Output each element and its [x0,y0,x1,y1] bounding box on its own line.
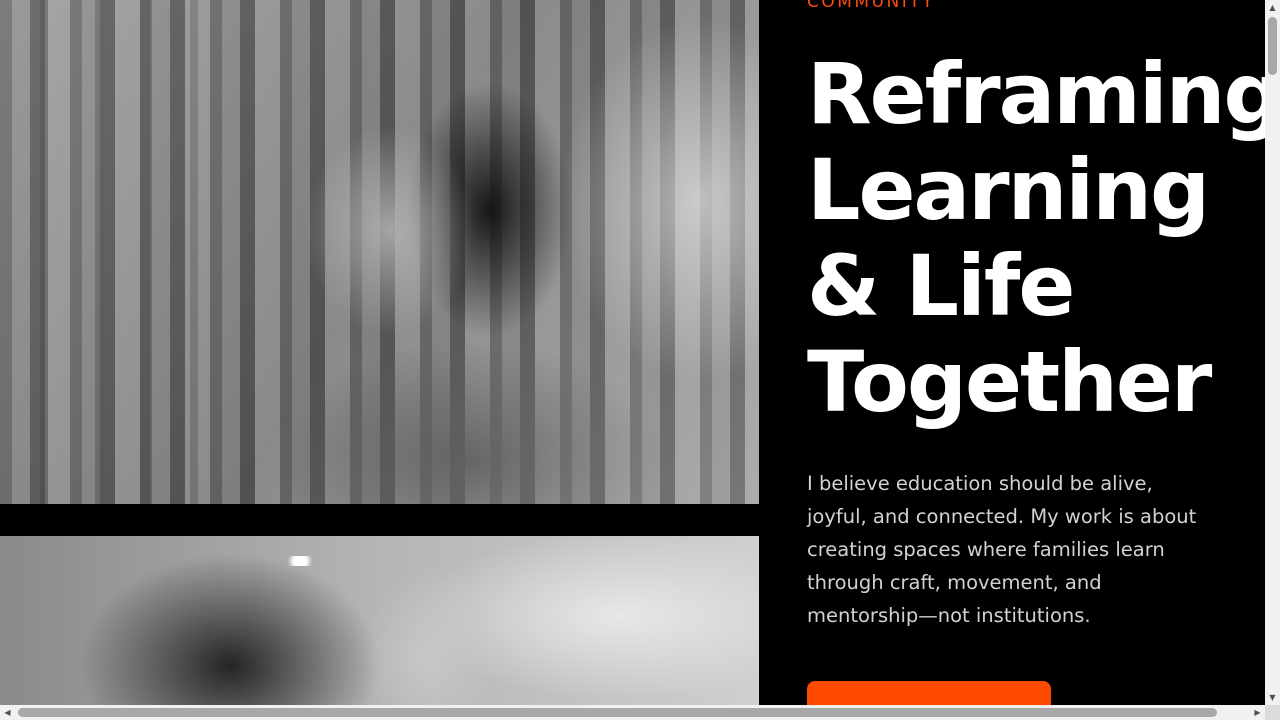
hero-headline: Reframing Learning & Life Together [807,46,1265,430]
portrait-image-bottom [0,536,759,705]
headline-line-3: & Life [807,237,1075,335]
headline-line-2: Learning [807,141,1210,239]
cta-button[interactable] [807,681,1051,705]
hero-description: I believe education should be alive, joy… [807,472,1197,627]
scroll-right-arrow-icon[interactable]: ▶ [1250,705,1265,720]
scrollbar-corner [1265,705,1280,720]
horizontal-scrollbar[interactable]: ◀ ▶ [0,705,1265,720]
scroll-left-arrow-icon[interactable]: ◀ [0,705,15,720]
portrait-image-top [0,0,759,504]
page-viewport: COMMUNITY Reframing Learning & Life Toge… [0,0,1265,705]
vertical-scrollbar[interactable]: ▲ ▼ [1265,0,1280,705]
section-eyebrow: COMMUNITY [807,0,936,12]
headline-line-4: Together [807,333,1212,431]
scroll-up-arrow-icon[interactable]: ▲ [1265,0,1280,15]
scroll-down-arrow-icon[interactable]: ▼ [1265,690,1280,705]
headline-line-1: Reframing [807,45,1265,143]
horizontal-scroll-thumb[interactable] [18,708,1217,717]
vertical-scroll-thumb[interactable] [1268,17,1277,75]
